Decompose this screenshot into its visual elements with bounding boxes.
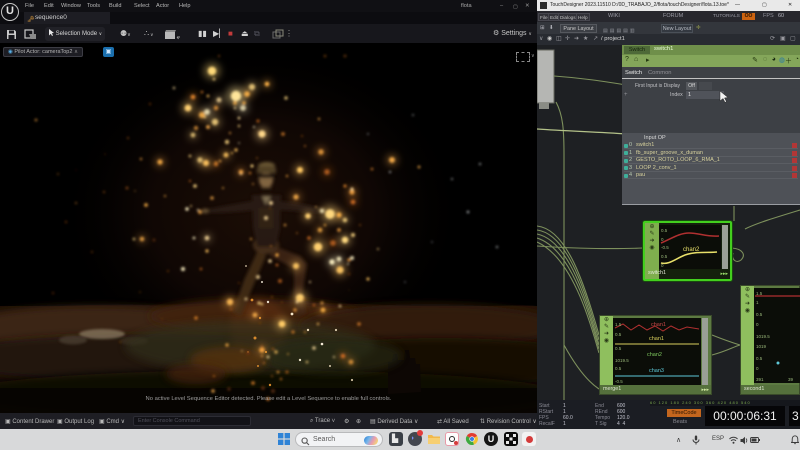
- svg-text:1019: 1019: [756, 344, 767, 349]
- svg-text:0.5: 0.5: [615, 346, 622, 351]
- svg-text:0.5: 0.5: [661, 228, 668, 233]
- svg-text:39: 39: [788, 377, 794, 382]
- svg-text:0.5: 0.5: [661, 254, 668, 259]
- svg-text:chan3: chan3: [649, 368, 664, 374]
- svg-text:chan1: chan1: [651, 322, 666, 328]
- svg-text:1: 1: [756, 300, 759, 305]
- svg-text:chan2: chan2: [683, 247, 700, 253]
- svg-text:0.5: 0.5: [756, 312, 763, 317]
- svg-text:1019.5: 1019.5: [756, 334, 770, 339]
- svg-text:chan2: chan2: [647, 352, 662, 358]
- svg-text:chan1: chan1: [649, 336, 664, 342]
- svg-text:1.5: 1.5: [615, 322, 622, 327]
- svg-text:-0.5: -0.5: [661, 245, 669, 250]
- svg-text:0.5: 0.5: [756, 356, 763, 361]
- svg-text:0.5: 0.5: [615, 332, 622, 337]
- svg-text:0: 0: [756, 366, 759, 371]
- svg-text:391: 391: [756, 377, 764, 382]
- svg-text:0: 0: [756, 322, 759, 327]
- svg-text:1019.5: 1019.5: [615, 358, 629, 363]
- svg-text:-0.5: -0.5: [615, 379, 623, 384]
- svg-text:0.5: 0.5: [615, 366, 622, 371]
- svg-text:1.5: 1.5: [756, 291, 763, 296]
